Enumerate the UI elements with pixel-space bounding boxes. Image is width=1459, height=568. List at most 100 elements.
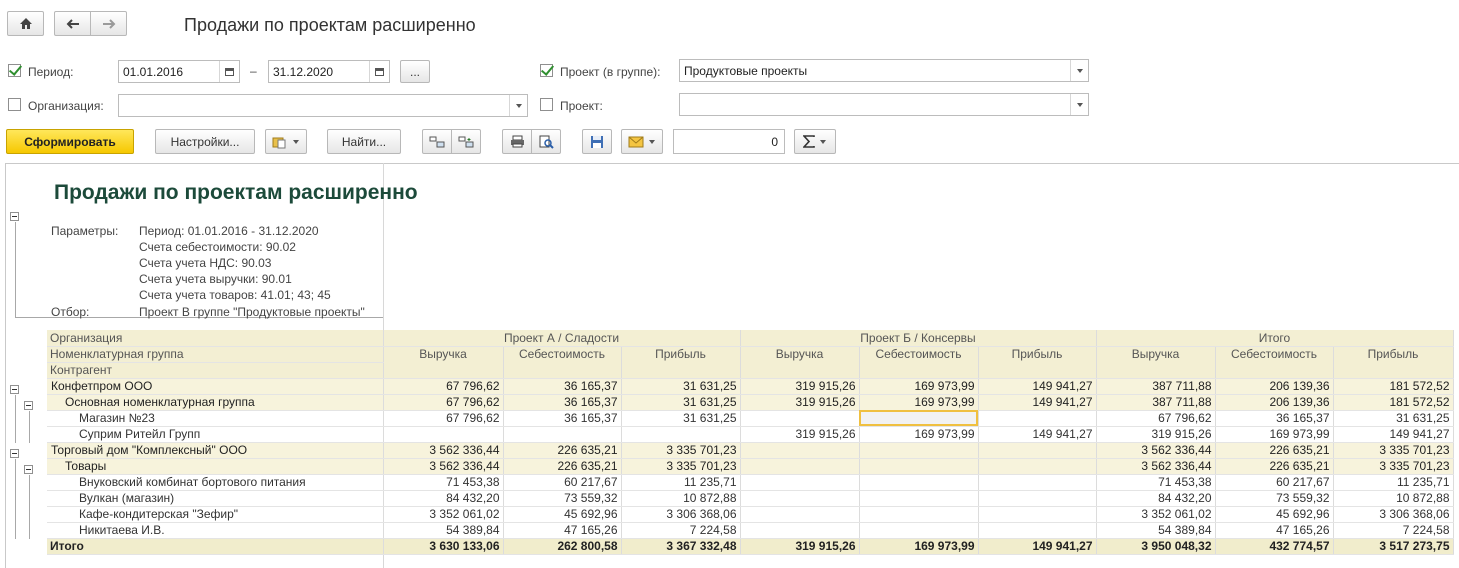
table-cell[interactable]: 31 631,25 [621,410,741,427]
table-row[interactable]: Никитаева И.В. 54 389,84 47 165,26 7 224,58… [47,522,1454,539]
table-cell[interactable] [859,442,979,459]
table-cell[interactable]: 319 915,26 [1096,426,1216,443]
table-cell[interactable]: 206 139,36 [1215,378,1334,395]
table-cell[interactable]: 226 635,21 [503,442,622,459]
table-cell[interactable] [978,522,1097,539]
table-cell[interactable]: 181 572,52 [1333,394,1454,411]
table-cell[interactable] [978,442,1097,459]
table-cell[interactable]: 181 572,52 [1333,378,1454,395]
table-cell[interactable]: 31 631,25 [621,378,741,395]
table-cell[interactable]: 149 941,27 [1333,426,1454,443]
collapse-subgroup-toggle[interactable] [24,465,33,474]
table-cell[interactable]: 319 915,26 [740,378,860,395]
total-cell[interactable]: 3 950 048,32 [1096,537,1216,555]
table-cell[interactable]: 387 711,88 [1096,394,1216,411]
table-cell[interactable] [859,522,979,539]
table-cell[interactable] [740,458,860,475]
total-cell[interactable]: 3 517 273,75 [1333,537,1454,555]
calendar-icon[interactable] [219,61,239,82]
project-field[interactable] [679,93,1089,116]
organization-field[interactable] [118,94,528,117]
table-cell[interactable]: 206 139,36 [1215,394,1334,411]
forward-button[interactable] [90,11,127,36]
row-name[interactable]: Суприм Ритейл Групп [47,426,384,443]
table-cell[interactable]: 45 692,96 [1215,506,1334,523]
table-row[interactable]: Суприм Ритейл Групп 319 915,26 169 973,99 1… [47,426,1454,443]
total-cell[interactable]: 3 367 332,48 [621,537,741,555]
chevron-down-icon[interactable] [509,95,527,116]
table-row[interactable]: Торговый дом "Комплексный" ООО 3 562 336,… [47,442,1454,459]
table-cell[interactable]: 7 224,58 [621,522,741,539]
project-checkbox[interactable] [540,98,553,111]
table-cell[interactable] [978,458,1097,475]
table-cell[interactable]: 3 335 701,23 [621,442,741,459]
save-button[interactable] [582,129,612,154]
table-row[interactable]: Внуковский комбинат бортового питания 71 … [47,474,1454,491]
total-cell[interactable]: 262 800,58 [503,537,622,555]
table-cell[interactable]: 31 631,25 [1333,410,1454,427]
sum-mode-button[interactable] [794,129,836,154]
row-name[interactable]: Товары [47,458,384,475]
print-preview-button[interactable] [531,129,561,154]
table-cell[interactable]: 387 711,88 [1096,378,1216,395]
table-cell[interactable]: 3 562 336,44 [1096,458,1216,475]
table-cell[interactable] [978,506,1097,523]
table-cell[interactable]: 71 453,38 [1096,474,1216,491]
table-cell[interactable]: 3 562 336,44 [383,442,504,459]
collapse-header-toggle[interactable] [10,212,19,221]
table-cell[interactable] [859,474,979,491]
chevron-down-icon[interactable] [1070,94,1088,115]
collapse-group-toggle[interactable] [10,449,19,458]
table-cell[interactable]: 226 635,21 [503,458,622,475]
table-cell[interactable] [740,442,860,459]
period-from-field[interactable]: 01.01.2016 [118,60,240,83]
table-cell[interactable]: 3 306 368,06 [1333,506,1454,523]
table-cell[interactable] [859,506,979,523]
send-email-button[interactable] [621,129,663,154]
total-cell[interactable]: 432 774,57 [1215,537,1334,555]
collapse-subgroup-toggle[interactable] [24,401,33,410]
table-cell[interactable] [621,426,741,443]
table-cell[interactable]: 169 973,99 [1215,426,1334,443]
table-cell[interactable]: 67 796,62 [383,378,504,395]
chevron-down-icon[interactable] [1070,60,1088,81]
generate-button[interactable]: Сформировать [6,129,134,154]
table-cell[interactable]: 149 941,27 [978,394,1097,411]
table-cell[interactable]: 47 165,26 [503,522,622,539]
table-cell[interactable]: 31 631,25 [621,394,741,411]
table-cell[interactable] [978,490,1097,507]
find-button[interactable]: Найти... [327,129,401,154]
table-cell[interactable]: 54 389,84 [383,522,504,539]
project-group-field[interactable]: Продуктовые проекты [679,59,1089,82]
table-cell[interactable]: 47 165,26 [1215,522,1334,539]
table-cell[interactable]: 149 941,27 [978,426,1097,443]
row-name[interactable]: Торговый дом "Комплексный" ООО [47,442,384,459]
period-select-button[interactable]: ... [400,60,430,83]
table-cell[interactable] [503,426,622,443]
table-cell[interactable]: 3 335 701,23 [1333,458,1454,475]
table-row[interactable]: Основная номенклатурная группа 67 796,62 3… [47,394,1454,411]
collapse-groups-button[interactable] [422,129,452,154]
table-cell[interactable] [740,522,860,539]
table-cell[interactable]: 60 217,67 [1215,474,1334,491]
table-cell[interactable] [859,458,979,475]
table-cell[interactable]: 319 915,26 [740,394,860,411]
table-row[interactable]: Кафе-кондитерская "Зефир" 3 352 061,02 45 … [47,506,1454,523]
table-cell[interactable]: 169 973,99 [859,378,979,395]
row-name[interactable]: Вулкан (магазин) [47,490,384,507]
table-row[interactable]: Товары 3 562 336,44 226 635,21 3 335 701,23… [47,458,1454,475]
table-cell[interactable] [740,410,860,427]
project-group-checkbox[interactable] [540,64,553,77]
total-cell[interactable]: 169 973,99 [859,537,979,555]
table-cell[interactable]: 84 432,20 [383,490,504,507]
expand-groups-button[interactable] [451,129,481,154]
table-cell[interactable] [740,474,860,491]
table-cell[interactable]: 11 235,71 [621,474,741,491]
table-row[interactable]: Конфетпром ООО 67 796,62 36 165,37 31 631,2… [47,378,1454,395]
table-cell[interactable]: 3 352 061,02 [383,506,504,523]
table-cell[interactable]: 67 796,62 [383,410,504,427]
organization-checkbox[interactable] [8,98,21,111]
table-cell[interactable] [383,426,504,443]
table-cell[interactable]: 11 235,71 [1333,474,1454,491]
table-cell[interactable]: 3 335 701,23 [1333,442,1454,459]
